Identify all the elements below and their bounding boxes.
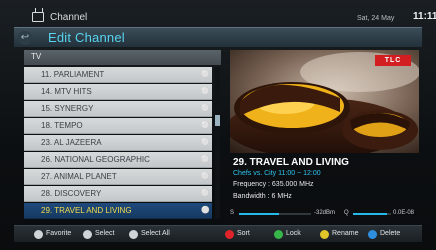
channel-row[interactable]: 14. MTV HITS ⚪ [24,84,212,100]
channel-row[interactable]: 23. AL JAZEERA ⚪ [24,135,212,151]
lock-icon: ⚪ [201,190,210,197]
channel-row[interactable]: 27. ANIMAL PLANET ⚪ [24,169,212,185]
date: Sat, 24 May [357,15,395,22]
select-label: Select [95,230,115,237]
page-title: Edit Channel [48,30,125,45]
channel-row[interactable]: 26. NATIONAL GEOGRAPHIC ⚪ [24,152,212,168]
ok-icon [83,230,92,239]
channel-row[interactable]: 11. PARLIAMENT ⚪ [24,67,212,83]
channel-info-title: 29. TRAVEL AND LIVING [233,157,349,168]
back-icon[interactable]: ↩ [18,31,32,45]
lock-label: Lock [286,230,301,237]
signal-strength-value: -32dBm [314,210,336,216]
channel-list: 11. PARLIAMENT ⚪ 14. MTV HITS ⚪ 15. SYNE… [24,67,221,219]
channel-row-selected[interactable]: 29. TRAVEL AND LIVING ⚪ [24,203,212,219]
bandwidth-info: Bandwidth : 6 MHz [233,193,292,200]
red-key-icon [225,230,234,239]
clock: 11:11 [413,11,436,22]
sort-label: Sort [237,230,250,237]
lock-icon: ⚪ [201,173,210,180]
channel-name: 29. TRAVEL AND LIVING [41,206,132,215]
channel-name: 27. ANIMAL PLANET [41,172,117,181]
program-info: Chefs vs. City 11:00 ~ 12:00 [233,170,321,177]
group-selector[interactable]: TV [24,50,221,65]
channel-name: 28. DISCOVERY [41,189,102,198]
lock-icon: ⚪ [201,88,210,95]
group-label: TV [31,52,42,61]
video-preview: TLC [230,50,419,153]
rename-label: Rename [332,230,359,237]
signal-strength-bar [239,213,279,215]
yellow-key-icon [320,230,329,239]
lock-icon: ⚪ [201,139,210,146]
channel-name: 18. TEMPO [41,121,83,130]
button-guide-bar: Favorite Select Select All Sort Lock Ren… [14,225,422,242]
lock-icon: ⚪ [201,105,210,112]
signal-quality-bar [353,213,388,215]
channel-name: 11. PARLIAMENT [41,70,105,79]
frequency-info: Frequency : 635.000 MHz [233,181,314,188]
list-scrollbar[interactable] [215,67,220,219]
channel-name: 26. NATIONAL GEOGRAPHIC [41,155,150,164]
lock-icon: ⚪ [201,71,210,78]
signal-meter: S -32dBm Q 0.0E-08 [230,209,419,219]
favorite-label: Favorite [46,230,72,237]
blue-key-icon [368,230,377,239]
select-all-icon [129,230,138,239]
signal-quality-label: Q [344,210,349,216]
lock-icon: ⚪ [201,122,210,129]
screen: Channel Sat, 24 May 11:11 ↩ Edit Channel… [0,0,436,250]
channel-name: 14. MTV HITS [41,87,92,96]
tv-icon [32,12,44,22]
lock-icon: ⚪ [201,207,210,214]
signal-quality-value: 0.0E-08 [393,210,415,216]
delete-label: Delete [380,230,401,237]
select-all-label: Select All [141,230,170,237]
star-icon [34,230,43,239]
channel-name: 15. SYNERGY [41,104,94,113]
page-header: ↩ Edit Channel [14,27,422,47]
lock-icon: ⚪ [201,156,210,163]
green-key-icon [274,230,283,239]
signal-strength-label: S [230,210,235,216]
channel-name: 23. AL JAZEERA [41,138,102,147]
menu-title: Channel [50,12,88,23]
channel-row[interactable]: 18. TEMPO ⚪ [24,118,212,134]
scrollbar-thumb[interactable] [215,115,220,126]
channel-row[interactable]: 28. DISCOVERY ⚪ [24,186,212,202]
channel-logo: TLC [375,55,411,66]
channel-row[interactable]: 15. SYNERGY ⚪ [24,101,212,117]
